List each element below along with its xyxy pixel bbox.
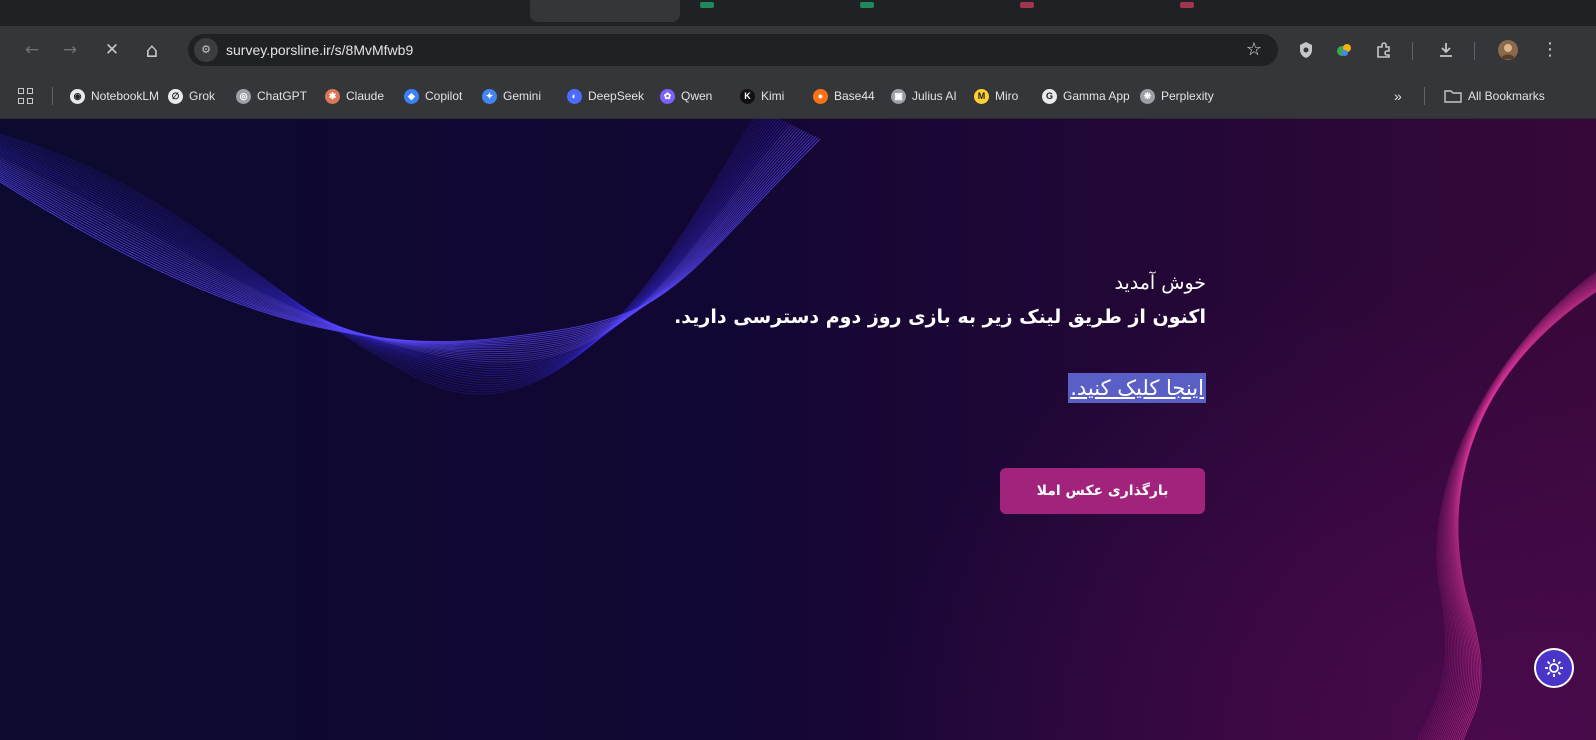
bookmark-claude[interactable]: ✱ Claude <box>325 86 384 106</box>
bookmark-label: Miro <box>995 89 1019 103</box>
bookmark-grok[interactable]: ∅ Grok <box>168 86 215 106</box>
gemini-icon: ✦ <box>482 88 497 104</box>
bookmark-label: Copilot <box>425 89 463 103</box>
shield-extension-icon[interactable] <box>1296 40 1316 60</box>
forward-button[interactable]: → <box>58 38 82 62</box>
tab[interactable] <box>60 0 360 22</box>
bookmark-label: DeepSeek <box>588 89 645 103</box>
all-bookmarks-label: All Bookmarks <box>1468 89 1545 103</box>
bookmark-deepseek[interactable]: ◐ DeepSeek <box>567 86 644 106</box>
tab-favicon <box>700 2 714 8</box>
access-message: اکنون از طریق لینک زیر به بازی روز دوم د… <box>674 306 1206 328</box>
welcome-heading: خوش آمدید <box>1114 272 1206 294</box>
bookmark-label: ChatGPT <box>257 89 308 103</box>
bookmark-label: Grok <box>189 89 216 103</box>
bookmark-label: Claude <box>346 89 385 103</box>
extensions-puzzle-icon[interactable] <box>1374 40 1394 60</box>
bookmarks-divider <box>52 87 53 105</box>
toolbar-divider <box>1412 42 1413 60</box>
bookmark-label: Qwen <box>681 89 713 103</box>
bookmark-notebooklm[interactable]: ◉ NotebookLM <box>70 86 159 106</box>
wave-line <box>1457 291 1596 740</box>
bookmark-label: NotebookLM <box>91 89 160 103</box>
bookmark-chatgpt[interactable]: ◎ ChatGPT <box>236 86 307 106</box>
kimi-icon: K <box>740 88 755 104</box>
bookmark-label: Gamma App <box>1063 89 1130 103</box>
toolbar-divider <box>1474 42 1475 60</box>
tab-strip <box>0 0 1596 26</box>
survey-page: خوش آمدید اکنون از طریق لینک زیر به بازی… <box>0 119 1596 740</box>
bookmark-qwen[interactable]: ✿ Qwen <box>660 86 712 106</box>
extension-icon[interactable] <box>1334 40 1354 60</box>
bookmark-miro[interactable]: M Miro <box>974 86 1018 106</box>
bookmark-label: Kimi <box>761 89 785 103</box>
home-button[interactable]: ⌂ <box>140 38 164 62</box>
bookmarks-bar: ◉ NotebookLM ∅ Grok ◎ ChatGPT ✱ Claude ◆ Copilot ✦… <box>0 74 1596 119</box>
grok-icon: ∅ <box>168 88 183 104</box>
folder-icon <box>1444 90 1462 103</box>
notebooklm-icon: ◉ <box>70 88 85 104</box>
bookmarks-divider <box>1424 87 1425 105</box>
settings-gear-icon[interactable] <box>1534 648 1574 688</box>
bookmark-label: Perplexity <box>1161 89 1214 103</box>
click-here-link[interactable]: اینجا کلیک کنید. <box>1068 373 1206 403</box>
gamma-icon: G <box>1042 88 1057 104</box>
browser-toolbar: ← → ✕ ⌂ ⚙ survey.porsline.ir/s/8MvMfwb9 … <box>0 26 1596 74</box>
download-icon[interactable] <box>1436 40 1456 60</box>
address-bar[interactable]: ⚙ survey.porsline.ir/s/8MvMfwb9 ☆ <box>188 34 1278 66</box>
bookmark-label: Base44 <box>834 89 875 103</box>
claude-icon: ✱ <box>325 88 340 104</box>
tab[interactable] <box>370 0 520 22</box>
bookmark-kimi[interactable]: K Kimi <box>740 86 784 106</box>
julius-icon: ▣ <box>891 88 906 104</box>
bookmark-copilot[interactable]: ◆ Copilot <box>404 86 462 106</box>
tab-active[interactable] <box>530 0 680 22</box>
all-bookmarks-button[interactable]: All Bookmarks <box>1444 86 1545 106</box>
deepseek-icon: ◐ <box>567 88 582 104</box>
bookmark-base44[interactable]: ● Base44 <box>813 86 875 106</box>
decorative-wave-lines <box>0 119 1596 740</box>
bookmark-gamma-app[interactable]: G Gamma App <box>1042 86 1130 106</box>
bookmark-label: Julius AI <box>912 89 957 103</box>
qwen-icon: ✿ <box>660 88 675 104</box>
tab[interactable] <box>690 0 1290 22</box>
url-text[interactable]: survey.porsline.ir/s/8MvMfwb9 <box>226 34 413 66</box>
tab-favicon <box>1020 2 1034 8</box>
bookmark-star-icon[interactable]: ☆ <box>1242 38 1266 62</box>
bookmark-julius-ai[interactable]: ▣ Julius AI <box>891 86 957 106</box>
apps-grid-icon[interactable] <box>18 88 34 104</box>
chatgpt-icon: ◎ <box>236 88 251 104</box>
tab-favicon <box>1180 2 1194 8</box>
more-bookmarks-button[interactable]: » <box>1394 86 1402 106</box>
tab-favicon <box>860 2 874 8</box>
site-info-icon[interactable]: ⚙ <box>194 38 218 62</box>
stop-button[interactable]: ✕ <box>100 38 124 62</box>
menu-kebab-icon[interactable]: ⋮ <box>1540 40 1560 60</box>
bookmark-label: Gemini <box>503 89 542 103</box>
upload-dictation-photo-button[interactable]: بارگذاری عکس املا <box>1000 468 1205 514</box>
copilot-icon: ◆ <box>404 88 419 104</box>
miro-icon: M <box>974 88 989 104</box>
profile-avatar[interactable] <box>1498 40 1518 60</box>
back-button[interactable]: ← <box>20 38 44 62</box>
bookmark-gemini[interactable]: ✦ Gemini <box>482 86 541 106</box>
bookmark-perplexity[interactable]: ❋ Perplexity <box>1140 86 1214 106</box>
welcome-block: خوش آمدید اکنون از طریق لینک زیر به بازی… <box>606 269 1206 403</box>
base44-icon: ● <box>813 88 828 104</box>
perplexity-icon: ❋ <box>1140 88 1155 104</box>
